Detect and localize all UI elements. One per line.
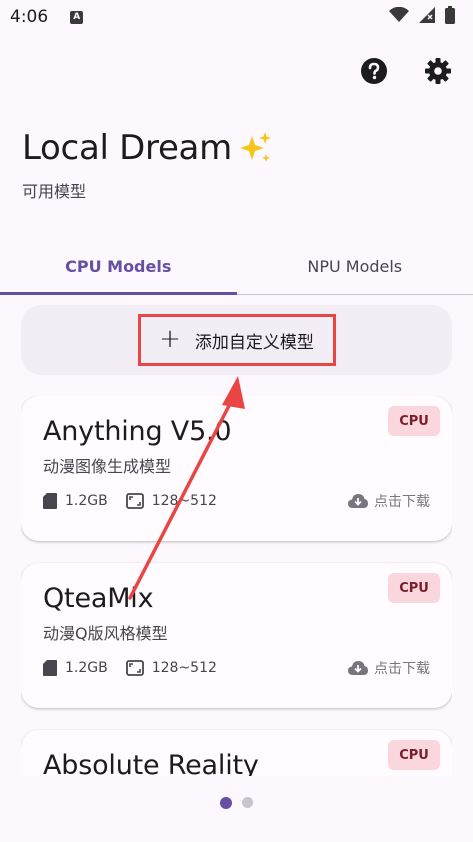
page-indicator: [0, 796, 473, 809]
cpu-badge: CPU: [388, 740, 440, 770]
model-name: QteaMix: [43, 583, 154, 614]
status-icons: [389, 6, 455, 28]
page-title: Local Dream: [22, 128, 274, 168]
model-description: 动漫Q版风格模型: [43, 624, 168, 643]
model-resolution-text: 128~512: [151, 493, 217, 509]
model-resolution: 128~512: [125, 660, 217, 676]
model-resolution: 128~512: [125, 493, 217, 509]
sd-card-icon: [43, 660, 57, 676]
signal-icon: [419, 7, 435, 27]
download-button[interactable]: 点击下载: [348, 658, 430, 678]
title-text: Local Dream: [22, 128, 232, 168]
model-size-text: 1.2GB: [65, 493, 108, 509]
battery-icon: [445, 6, 455, 28]
model-tabs: CPU Models NPU Models: [0, 238, 473, 295]
help-button[interactable]: [359, 56, 389, 86]
status-bar: 4:06 A: [0, 0, 473, 34]
cloud-download-icon: [348, 661, 368, 675]
model-resolution-text: 128~512: [151, 660, 217, 676]
model-name: Absolute Reality: [43, 750, 259, 776]
model-list: CPU Anything V5.0 动漫图像生成模型 1.2GB 128~512…: [21, 396, 452, 776]
model-card[interactable]: CPU QteaMix 动漫Q版风格模型 1.2GB 128~512 点击下载: [21, 563, 452, 708]
download-label: 点击下载: [374, 494, 430, 510]
model-meta: 1.2GB 128~512 点击下载: [43, 491, 430, 511]
model-size-text: 1.2GB: [65, 660, 108, 676]
settings-button[interactable]: [423, 56, 453, 86]
model-meta: 1.2GB 128~512 点击下载: [43, 658, 430, 678]
cpu-badge: CPU: [388, 573, 440, 603]
page-dot[interactable]: [242, 797, 253, 808]
aspect-ratio-icon: [125, 660, 144, 676]
plus-icon: +: [159, 323, 181, 354]
model-size: 1.2GB: [43, 660, 108, 676]
help-icon: [361, 58, 387, 84]
download-button[interactable]: 点击下载: [348, 491, 430, 511]
add-custom-model-label: 添加自定义模型: [194, 332, 314, 353]
gear-icon: [425, 58, 451, 84]
page-dot-active[interactable]: [220, 796, 232, 809]
model-description: 动漫图像生成模型: [43, 457, 172, 476]
model-card[interactable]: CPU Absolute Reality: [21, 730, 452, 776]
notification-icon: A: [70, 10, 84, 24]
tab-npu-models[interactable]: NPU Models: [237, 238, 473, 294]
page-subtitle: 可用模型: [22, 182, 87, 201]
app-header: Local Dream 可用模型: [22, 128, 274, 202]
add-model-bar: + 添加自定义模型: [21, 305, 452, 375]
sparkles-icon: [238, 130, 274, 166]
wifi-icon: [389, 6, 409, 27]
sd-card-icon: [43, 493, 57, 509]
status-time: 4:06: [10, 7, 49, 27]
model-size: 1.2GB: [43, 493, 108, 509]
model-name: Anything V5.0: [43, 416, 232, 447]
tab-cpu-models[interactable]: CPU Models: [0, 238, 237, 295]
aspect-ratio-icon: [125, 493, 144, 509]
top-actions: [359, 56, 453, 86]
cloud-download-icon: [348, 494, 368, 508]
cpu-badge: CPU: [388, 406, 440, 436]
download-label: 点击下载: [374, 661, 430, 677]
model-card[interactable]: CPU Anything V5.0 动漫图像生成模型 1.2GB 128~512…: [21, 396, 452, 541]
add-custom-model-button[interactable]: + 添加自定义模型: [137, 314, 336, 366]
